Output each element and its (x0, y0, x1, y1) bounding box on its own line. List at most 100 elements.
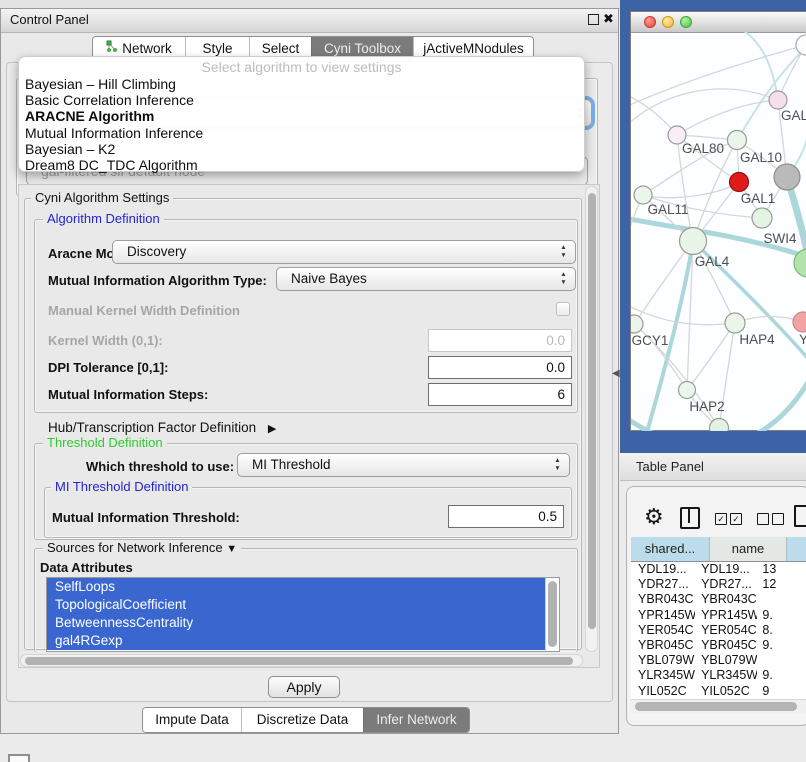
network-node-gcy1[interactable] (631, 315, 643, 333)
network-node-gray-node[interactable] (774, 164, 800, 190)
column-header-a[interactable]: A (787, 537, 806, 561)
which-threshold-combo[interactable]: MI Threshold ▲▼ (237, 453, 570, 477)
table-cell: YBR043C (631, 592, 695, 607)
popup-item-aracne-algorithm[interactable]: ARACNE Algorithm (19, 108, 584, 124)
scrollbar-thumb[interactable] (635, 702, 797, 711)
zoom-traffic-light-icon[interactable] (680, 16, 692, 28)
tab-impute-data[interactable]: Impute Data (143, 708, 241, 732)
attribute-item-topologicalcoefficient[interactable]: TopologicalCoefficient (47, 596, 559, 614)
table-row[interactable]: YPR145WYPR145W9. (631, 608, 806, 623)
kernel-width-field[interactable]: 0.0 (428, 329, 572, 352)
aracne-mode-combo[interactable]: Discovery ▲▼ (112, 240, 576, 264)
network-node-gal1-red[interactable] (730, 173, 749, 192)
popup-item-mutual-information-inference[interactable]: Mutual Information Inference (19, 125, 584, 141)
float-window-icon[interactable] (588, 14, 599, 25)
popup-item-bayesian-k2[interactable]: Bayesian – K2 (19, 141, 584, 157)
network-node-gal2[interactable] (769, 91, 787, 109)
table-row[interactable]: YBR045CYBR045C9. (631, 638, 806, 653)
table-row[interactable]: YDL19...YDL19...13 (631, 562, 806, 577)
network-edge (643, 182, 739, 198)
minimized-panel-icon[interactable] (8, 754, 30, 762)
unchecked-boxes-icon[interactable] (757, 513, 769, 525)
apply-button[interactable]: Apply (268, 676, 340, 698)
table-cell: YDL19... (631, 562, 695, 577)
column-header-name[interactable]: name (710, 537, 787, 561)
network-node-gal10[interactable] (728, 131, 747, 150)
settings-vertical-scrollbar[interactable] (585, 186, 598, 652)
network-node-top-partial[interactable] (796, 35, 806, 55)
table-cell: YBR045C (695, 638, 757, 653)
node-label-gal: GAL (781, 108, 806, 123)
hub-definition-expander[interactable]: Hub/Transcription Factor Definition ▶ (48, 420, 276, 435)
network-node-salmon-node[interactable] (793, 312, 806, 332)
popup-item-bayesian-hill-climbing[interactable]: Bayesian – Hill Climbing (19, 76, 584, 92)
table-cell: YIL052C (695, 684, 757, 699)
table-rows: YDL19...YDL19...13YDR27...YDR27...12YBR0… (631, 562, 806, 698)
network-edge (677, 100, 778, 135)
network-node-bottom-partial[interactable] (710, 419, 729, 432)
gear-icon[interactable]: ⚙ (644, 504, 664, 530)
mi-type-label: Mutual Information Algorithm Type: (48, 273, 267, 288)
network-window: GALGAL80GAL10GAL1GAL11SWI4GAL4GCY1HAP4YH… (630, 11, 806, 431)
scrollbar-thumb[interactable] (548, 581, 557, 647)
data-attributes-list[interactable]: SelfLoopsTopologicalCoefficientBetweenne… (46, 577, 560, 652)
table-cell: YDR27... (695, 577, 757, 592)
unchecked-boxes-icon[interactable] (772, 513, 784, 525)
table-row[interactable]: YLR345WYLR345W9. (631, 668, 806, 683)
node-label-y: Y (799, 332, 806, 347)
control-panel-titlebar[interactable]: Control Panel (1, 9, 618, 33)
page-icon[interactable] (794, 505, 806, 527)
mi-threshold-field[interactable]: 0.5 (448, 505, 564, 528)
aracne-mode-value: Discovery (127, 241, 186, 263)
mi-steps-field[interactable]: 6 (428, 383, 572, 406)
table-row[interactable]: YBL079WYBL079W (631, 653, 806, 668)
table-row[interactable]: YER054CYER054C8. (631, 623, 806, 638)
table-cell: 9. (757, 608, 806, 623)
minimize-traffic-light-icon[interactable] (662, 16, 674, 28)
table-cell: 8. (757, 623, 806, 638)
table-horizontal-scrollbar[interactable] (631, 699, 806, 713)
mi-type-combo[interactable]: Naive Bayes ▲▼ (276, 267, 576, 291)
close-icon[interactable]: ✖ (603, 11, 614, 27)
table-cell: 9. (757, 638, 806, 653)
table-panel-title: Table Panel (636, 459, 704, 474)
popup-item-dream8-dc-tdc-algorithm[interactable]: Dream8 DC_TDC Algorithm (19, 157, 584, 173)
data-attributes-label: Data Attributes (40, 560, 133, 575)
settings-horizontal-scrollbar[interactable] (20, 654, 583, 667)
table-cell: YIL052C (631, 684, 695, 699)
table-row[interactable]: YDR27...YDR27...12 (631, 577, 806, 592)
dpi-tolerance-field[interactable]: 0.0 (428, 356, 572, 379)
popup-item-basic-correlation-inference[interactable]: Basic Correlation Inference (19, 92, 584, 108)
checked-boxes-icon[interactable]: ✓ (715, 513, 727, 525)
manual-kernel-checkbox[interactable] (556, 302, 570, 316)
node-label-gal4: GAL4 (695, 254, 730, 269)
attribute-item-gal4rgexp[interactable]: gal4RGexp (47, 632, 559, 650)
attribute-item-betweennesscentrality[interactable]: BetweennessCentrality (47, 614, 559, 632)
columns-icon[interactable] (680, 507, 700, 529)
table-row[interactable]: YBR043CYBR043C (631, 592, 806, 607)
network-node-hap4[interactable] (725, 313, 745, 333)
splitter-collapse-icon[interactable]: ◀ (612, 368, 620, 379)
tab-discretize-data[interactable]: Discretize Data (241, 708, 363, 732)
node-label-hap4: HAP4 (739, 332, 775, 347)
table-cell: 12 (757, 577, 806, 592)
attribute-item-selfloops[interactable]: SelfLoops (47, 578, 559, 596)
close-traffic-light-icon[interactable] (644, 16, 656, 28)
column-header-shared[interactable]: shared... (631, 537, 710, 561)
list-vertical-scrollbar[interactable] (545, 578, 559, 652)
network-node-gal4[interactable] (680, 228, 707, 255)
network-window-titlebar[interactable] (631, 12, 806, 33)
network-node-swi4[interactable] (752, 208, 772, 228)
sources-expander[interactable]: Sources for Network Inference ▼ (43, 541, 241, 556)
scrollbar-thumb[interactable] (25, 657, 573, 665)
table-cell: YLR345W (695, 668, 757, 683)
tab-infer-network[interactable]: Infer Network (363, 708, 469, 732)
network-node-hap2[interactable] (679, 382, 696, 399)
checked-boxes-icon[interactable]: ✓ (730, 513, 742, 525)
table-row[interactable]: YIL052CYIL052C9 (631, 684, 806, 699)
network-canvas[interactable]: GALGAL80GAL10GAL1GAL11SWI4GAL4GCY1HAP4YH… (631, 32, 806, 431)
table-cell: YBR043C (695, 592, 757, 607)
scrollbar-thumb[interactable] (588, 193, 596, 629)
table-cell: YER054C (695, 623, 757, 638)
table-cell: YPR145W (695, 608, 757, 623)
